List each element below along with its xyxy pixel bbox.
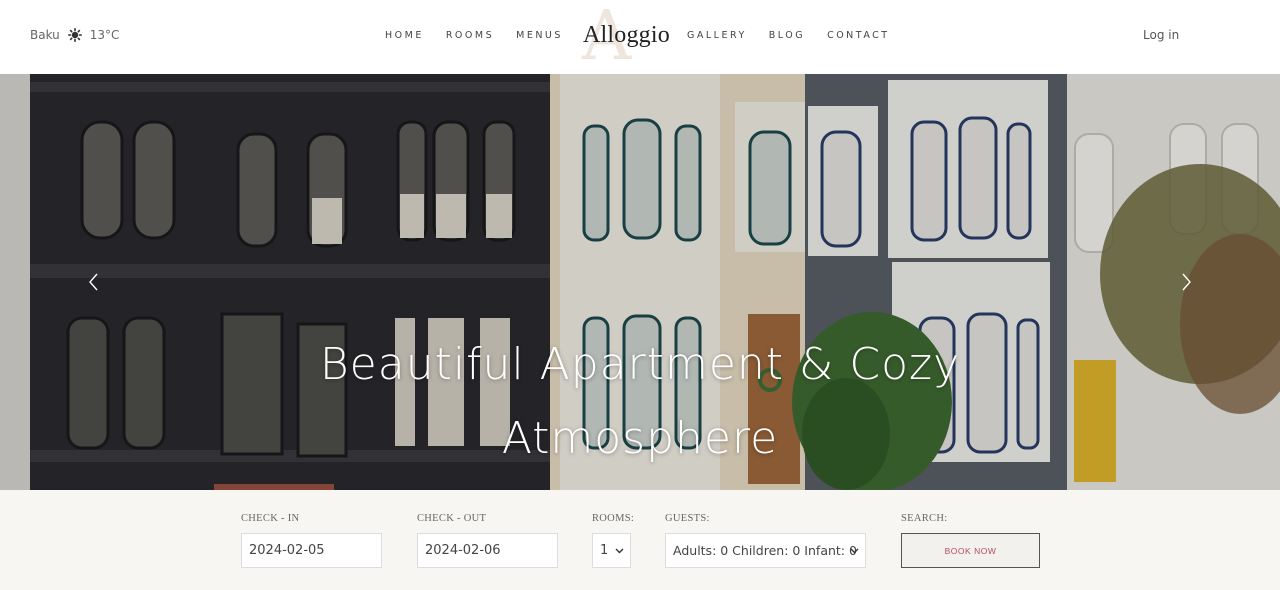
chevron-down-icon — [850, 548, 859, 554]
chevron-down-icon — [615, 548, 624, 554]
weather-city: Baku — [30, 28, 60, 42]
booking-form: CHECK - IN 2024-02-05 CHECK - OUT 2024-0… — [0, 490, 1280, 590]
nav-rooms[interactable]: ROOMS — [446, 30, 494, 41]
weather-temperature: 13°C — [89, 28, 120, 42]
primary-nav-left: HOME ROOMS MENUS — [385, 30, 563, 41]
checkin-label: CHECK - IN — [241, 513, 300, 524]
weather-widget: Baku 13°C — [30, 28, 119, 42]
hero-title-line-2: Atmosphere — [501, 413, 779, 464]
logo-text: Alloggio — [583, 22, 670, 48]
checkin-date-value: 2024-02-05 — [249, 543, 325, 558]
checkout-date-value: 2024-02-06 — [425, 543, 501, 558]
rooms-label: ROOMS: — [592, 513, 635, 524]
nav-home[interactable]: HOME — [385, 30, 424, 41]
nav-contact[interactable]: CONTACT — [827, 30, 890, 41]
book-now-button[interactable]: BOOK NOW — [901, 533, 1040, 568]
nav-blog[interactable]: BLOG — [769, 30, 805, 41]
hero-title-line-1: Beautiful Apartment & Cozy — [319, 339, 961, 390]
nav-gallery[interactable]: GALLERY — [687, 30, 747, 41]
primary-nav-right: GALLERY BLOG CONTACT — [687, 30, 890, 41]
slider-prev-arrow[interactable] — [84, 270, 104, 294]
guests-select[interactable]: Adults: 0 Children: 0 Infant: 0 — [665, 533, 866, 568]
site-logo[interactable]: A Alloggio — [578, 3, 670, 71]
site-header: Baku 13°C HOME ROOMS MENUS A Alloggio GA… — [0, 0, 1280, 74]
rooms-select-value: 1 — [600, 543, 609, 558]
checkin-date-input[interactable]: 2024-02-05 — [241, 533, 382, 568]
slider-next-arrow[interactable] — [1176, 270, 1196, 294]
checkout-label: CHECK - OUT — [417, 513, 487, 524]
hero-slider: Beautiful Apartment & Cozy Atmosphere — [0, 74, 1280, 490]
rooms-select[interactable]: 1 — [592, 533, 631, 568]
search-label: SEARCH: — [901, 513, 948, 524]
checkout-date-input[interactable]: 2024-02-06 — [417, 533, 558, 568]
hero-title: Beautiful Apartment & Cozy Atmosphere — [0, 328, 1280, 476]
chevron-left-icon — [89, 273, 98, 291]
guests-label: GUESTS: — [665, 513, 710, 524]
login-link[interactable]: Log in — [1143, 28, 1179, 42]
guests-select-value: Adults: 0 Children: 0 Infant: 0 — [673, 543, 857, 558]
nav-menus[interactable]: MENUS — [516, 30, 563, 41]
sun-icon — [67, 28, 82, 42]
chevron-right-icon — [1182, 273, 1191, 291]
